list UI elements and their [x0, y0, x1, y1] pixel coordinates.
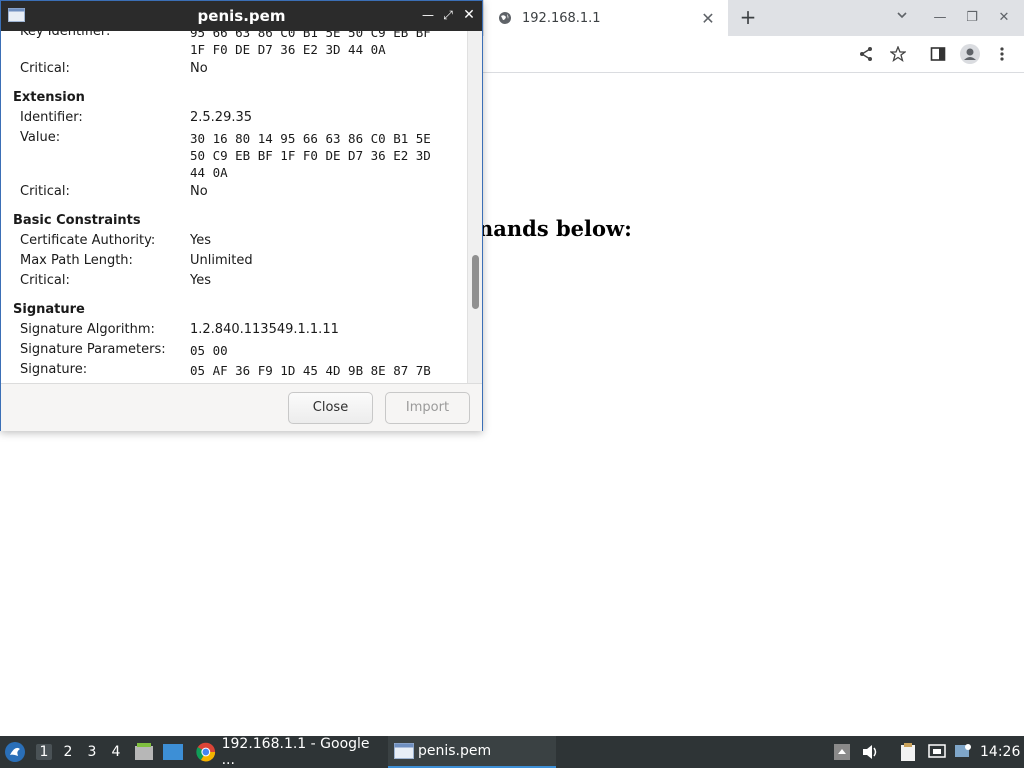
field-label: Signature:: [20, 362, 88, 377]
field-value: No: [190, 61, 208, 76]
field-label: Critical:: [20, 184, 70, 199]
section-heading: Signature: [13, 302, 85, 317]
profile-avatar-icon[interactable]: [960, 44, 980, 64]
close-window-icon[interactable]: ✕: [994, 8, 1014, 28]
new-tab-icon[interactable]: +: [736, 6, 760, 30]
import-button[interactable]: Import: [385, 392, 470, 424]
workspace-2[interactable]: 2: [60, 744, 76, 760]
tab-search-icon[interactable]: [892, 8, 912, 28]
field-value: 1F F0 DE D7 36 E2 3D 44 0A: [190, 42, 386, 57]
field-value: No: [190, 184, 208, 199]
restore-icon[interactable]: ❐: [962, 8, 982, 28]
certificate-dialog: penis.pem — ⤢ ✕ Key Identifier: 95 66 63 …: [0, 0, 483, 431]
browser-tab[interactable]: 192.168.1.1 ✕: [484, 0, 728, 36]
maximize-icon[interactable]: ⤢: [439, 6, 457, 24]
volume-icon[interactable]: [862, 736, 882, 768]
chrome-icon: [196, 742, 216, 762]
minimize-icon[interactable]: —: [930, 8, 950, 28]
field-value: 50 C9 EB BF 1F F0 DE D7 36 E2 3D: [190, 148, 431, 163]
field-value: 30 16 80 14 95 66 63 86 C0 B1 5E: [190, 131, 431, 146]
show-desktop-icon[interactable]: [162, 736, 184, 768]
workspace-3[interactable]: 3: [84, 744, 100, 760]
field-label: Signature Algorithm:: [20, 322, 155, 337]
close-button[interactable]: Close: [288, 392, 373, 424]
network-icon[interactable]: [928, 736, 948, 768]
taskbar: 1 2 3 4 192.168.1.1 - Google ... penis.p…: [0, 736, 1024, 768]
tab-title: 192.168.1.1: [522, 10, 601, 26]
notification-icon[interactable]: [954, 736, 974, 768]
tray-up-icon[interactable]: [834, 736, 852, 768]
clock: 14:26: [980, 744, 1021, 760]
task-penis-pem[interactable]: penis.pem: [388, 736, 556, 768]
field-label: Signature Parameters:: [20, 342, 166, 357]
field-label: Max Path Length:: [20, 253, 133, 268]
menu-kebab-icon[interactable]: [992, 44, 1012, 64]
field-value: 05 AF 36 F9 1D 45 4D 9B 8E 87 7B: [190, 363, 431, 378]
file-manager-icon[interactable]: [134, 736, 154, 768]
field-value: 44 0A: [190, 165, 228, 180]
field-value: 95 66 63 86 C0 B1 5E 50 C9 EB BF: [190, 31, 431, 40]
task-label: 192.168.1.1 - Google ...: [221, 736, 370, 768]
section-heading: Basic Constraints: [13, 213, 141, 228]
task-chrome[interactable]: 192.168.1.1 - Google ...: [192, 736, 384, 768]
field-value: 05 00: [190, 343, 228, 358]
field-value: Yes: [190, 273, 211, 288]
scrollbar-thumb[interactable]: [472, 255, 479, 309]
start-menu-icon[interactable]: [4, 736, 28, 768]
field-label: Certificate Authority:: [20, 233, 156, 248]
certificate-details: Key Identifier: 95 66 63 86 C0 B1 5E 50 C…: [1, 31, 482, 383]
side-panel-icon[interactable]: [928, 44, 948, 64]
close-tab-icon[interactable]: ✕: [700, 9, 716, 28]
field-value: 2.5.29.35: [190, 110, 253, 125]
page-heading: nands below:: [478, 216, 632, 241]
section-heading: Extension: [13, 90, 85, 105]
dialog-footer: Close Import: [1, 383, 482, 431]
workspace-4[interactable]: 4: [108, 744, 124, 760]
globe-icon: [499, 12, 511, 24]
field-value: Yes: [190, 233, 211, 248]
task-label: penis.pem: [418, 743, 492, 759]
field-label: Key Identifier:: [20, 31, 111, 39]
bookmark-star-icon[interactable]: [888, 44, 908, 64]
dialog-titlebar[interactable]: penis.pem — ⤢ ✕: [1, 1, 482, 31]
field-label: Value:: [20, 130, 61, 145]
field-label: Critical:: [20, 61, 70, 76]
window-icon: [394, 743, 414, 759]
field-label: Critical:: [20, 273, 70, 288]
field-label: Identifier:: [20, 110, 83, 125]
dialog-title: penis.pem: [197, 7, 286, 25]
workspace-1[interactable]: 1: [36, 744, 52, 760]
scrollbar[interactable]: [467, 31, 482, 383]
minimize-icon[interactable]: —: [419, 6, 437, 24]
share-icon[interactable]: [856, 44, 876, 64]
close-icon[interactable]: ✕: [460, 6, 478, 24]
clipboard-icon[interactable]: [900, 736, 920, 768]
field-value: Unlimited: [190, 253, 253, 268]
field-value: 1.2.840.113549.1.1.11: [190, 322, 339, 337]
